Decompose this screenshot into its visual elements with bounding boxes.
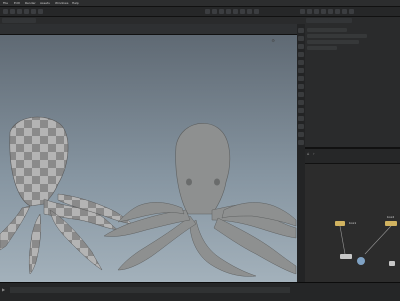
shelf-tool-icon[interactable]	[212, 9, 217, 14]
shelf-tool-icon[interactable]	[335, 9, 340, 14]
shelf-tool-icon[interactable]	[307, 9, 312, 14]
shelf-tool-icon[interactable]	[3, 9, 8, 14]
timeline-bar: ▶	[0, 282, 400, 301]
display-option-icon[interactable]	[298, 132, 304, 137]
octopus-grey-mesh	[103, 123, 297, 277]
shelf-tool-icon[interactable]	[254, 9, 259, 14]
display-option-icon[interactable]	[298, 84, 304, 89]
parameters-pane	[305, 24, 400, 149]
shelf-tool-icon[interactable]	[240, 9, 245, 14]
display-option-icon[interactable]	[298, 36, 304, 41]
shelf-tool-icon[interactable]	[342, 9, 347, 14]
shelf-tool-icon[interactable]	[219, 9, 224, 14]
shelf-toolbar	[0, 7, 400, 17]
network-node[interactable]	[389, 261, 395, 266]
node-wires	[339, 225, 392, 255]
shelf-tool-icon[interactable]	[17, 9, 22, 14]
display-option-icon[interactable]	[298, 140, 304, 145]
display-option-icon[interactable]	[298, 92, 304, 97]
pane-tab[interactable]	[306, 18, 330, 23]
shelf-tool-icon[interactable]	[300, 9, 305, 14]
shelf-tool-icon[interactable]	[349, 9, 354, 14]
shelf-tool-icon[interactable]	[205, 9, 210, 14]
shelf-tool-icon[interactable]	[31, 9, 36, 14]
shelf-tool-icon[interactable]	[247, 9, 252, 14]
menu-assets[interactable]: Assets	[40, 1, 50, 5]
param-field[interactable]	[307, 40, 359, 44]
menu-file[interactable]: File	[3, 1, 8, 5]
menu-bar: File Edit Render Assets Windows Help	[0, 0, 400, 7]
shelf-tool-icon[interactable]	[10, 9, 15, 14]
param-field[interactable]	[307, 46, 337, 50]
menu-edit[interactable]: Edit	[14, 1, 20, 5]
menu-render[interactable]: Render	[25, 1, 36, 5]
scene-viewport[interactable]: ⚙	[0, 24, 298, 282]
shelf-tool-icon[interactable]	[233, 9, 238, 14]
display-option-icon[interactable]	[298, 52, 304, 57]
network-node[interactable]	[340, 254, 352, 259]
display-option-icon[interactable]	[298, 44, 304, 49]
shelf-tool-icon[interactable]	[314, 9, 319, 14]
pane-tab[interactable]	[328, 18, 352, 23]
display-option-icon[interactable]	[298, 100, 304, 105]
param-field[interactable]	[307, 34, 367, 38]
scene-render	[0, 116, 297, 277]
network-node[interactable]	[357, 257, 365, 265]
octopus-checker-mesh	[0, 116, 133, 275]
menu-windows[interactable]: Windows	[55, 1, 68, 5]
time-slider[interactable]	[10, 287, 290, 293]
shelf-tool-icon[interactable]	[321, 9, 326, 14]
pane-tab[interactable]	[18, 18, 36, 23]
menu-help[interactable]: Help	[72, 1, 79, 5]
display-option-icon[interactable]	[298, 28, 304, 33]
display-option-icon[interactable]	[298, 68, 304, 73]
display-option-icon[interactable]	[298, 108, 304, 113]
shelf-tool-icon[interactable]	[328, 9, 333, 14]
play-icon[interactable]: ▶	[2, 287, 5, 292]
shelf-tool-icon[interactable]	[226, 9, 231, 14]
network-editor[interactable]: ⌂ › box1 box2	[305, 149, 400, 282]
shelf-tool-icon[interactable]	[24, 9, 29, 14]
display-option-icon[interactable]	[298, 76, 304, 81]
display-option-icon[interactable]	[298, 116, 304, 121]
shelf-tool-icon[interactable]	[38, 9, 43, 14]
display-option-icon[interactable]	[298, 60, 304, 65]
param-field[interactable]	[307, 28, 347, 32]
display-option-icon[interactable]	[298, 124, 304, 129]
